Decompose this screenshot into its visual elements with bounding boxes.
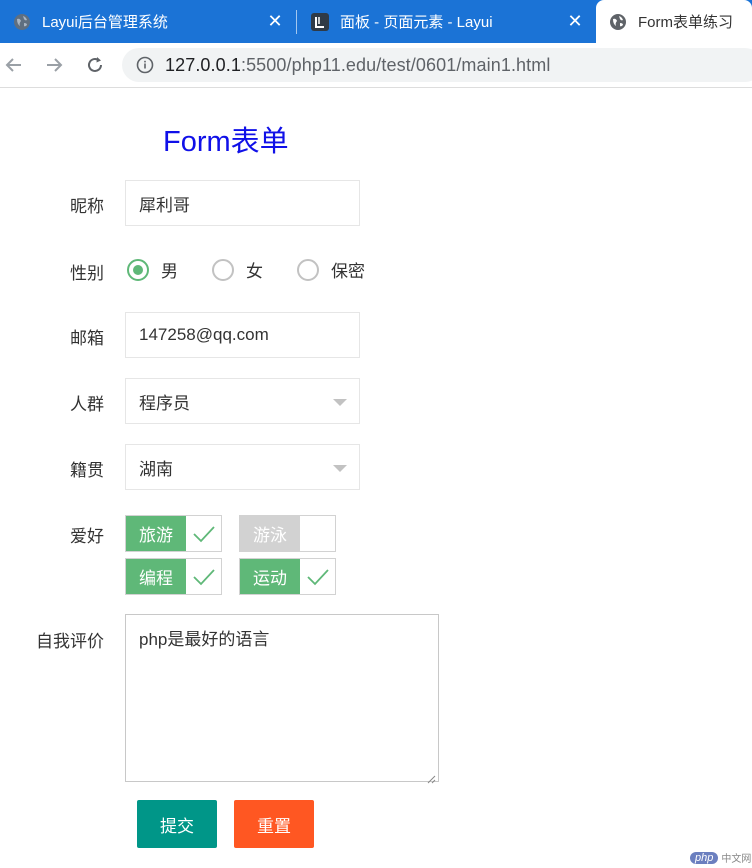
tab-layui-elements[interactable]: 面板 - 页面元素 - Layui ✕	[298, 0, 596, 43]
radio-label: 男	[161, 262, 178, 281]
checkmark-icon	[186, 516, 221, 551]
watermark-text: 中文网	[721, 854, 752, 865]
checkbox-label: 旅游	[126, 516, 186, 551]
self-eval-label: 自我评价	[36, 632, 104, 651]
tab-title: 面板 - 页面元素 - Layui	[340, 14, 493, 31]
checkbox-label: 运动	[240, 559, 300, 594]
hobby-checkbox-swim[interactable]: 游泳	[239, 515, 336, 552]
origin-value: 湖南	[139, 459, 173, 479]
origin-select[interactable]: 湖南	[125, 444, 360, 490]
resize-handle-icon[interactable]	[426, 769, 436, 784]
tab-layui-admin[interactable]: Layui后台管理系统 ✕	[0, 0, 296, 43]
page-title: Form表单	[163, 126, 289, 158]
back-arrow-icon[interactable]	[2, 53, 26, 77]
nickname-value: 犀利哥	[139, 195, 190, 215]
origin-label: 籍贯	[70, 461, 104, 480]
radio-checked-icon	[127, 258, 149, 281]
reset-button[interactable]: 重置	[234, 800, 314, 848]
gender-radio-secret[interactable]: 保密	[297, 257, 365, 282]
self-eval-value: php是最好的语言	[139, 630, 270, 649]
nickname-label: 昵称	[70, 197, 104, 216]
dropdown-arrow-icon	[333, 399, 347, 406]
email-value: 147258@qq.com	[139, 325, 269, 344]
email-input[interactable]: 147258@qq.com	[125, 312, 360, 358]
radio-label: 女	[246, 262, 263, 281]
layui-logo-icon	[311, 12, 329, 31]
crowd-select[interactable]: 程序员	[125, 378, 360, 424]
checkbox-label: 编程	[126, 559, 186, 594]
forward-arrow-icon[interactable]	[42, 53, 66, 77]
close-icon[interactable]: ✕	[266, 11, 284, 31]
globe-icon	[609, 13, 627, 31]
gender-label: 性别	[70, 264, 104, 283]
tab-title: Form表单练习	[638, 14, 733, 31]
gender-radio-female[interactable]: 女	[212, 257, 263, 282]
checkbox-label: 游泳	[240, 516, 300, 551]
browser-tab-bar: Layui后台管理系统 ✕ 面板 - 页面元素 - Layui ✕ Form表单…	[0, 0, 752, 43]
hobby-checkbox-sports[interactable]: 运动	[239, 558, 336, 595]
globe-icon	[13, 13, 31, 31]
hobby-checkbox-programming[interactable]: 编程	[125, 558, 222, 595]
php-cn-watermark: php 中文网	[690, 850, 751, 865]
dropdown-arrow-icon	[333, 465, 347, 472]
checkmark-icon	[300, 559, 335, 594]
checkmark-icon	[186, 559, 221, 594]
watermark-brand: php	[690, 851, 719, 864]
tab-divider	[296, 10, 297, 34]
close-icon[interactable]: ✕	[566, 11, 584, 31]
address-bar[interactable]: 127.0.0.1:5500/php11.edu/test/0601/main1…	[122, 48, 752, 82]
self-eval-textarea[interactable]: php是最好的语言	[125, 614, 439, 784]
info-icon[interactable]	[135, 55, 155, 75]
hobby-checkbox-travel[interactable]: 旅游	[125, 515, 222, 552]
checkbox-empty	[300, 516, 335, 551]
crowd-label: 人群	[70, 395, 104, 414]
radio-label: 保密	[331, 262, 365, 281]
gender-radio-male[interactable]: 男	[127, 257, 178, 282]
email-label: 邮箱	[70, 329, 104, 348]
radio-unchecked-icon	[297, 258, 319, 281]
reload-icon[interactable]	[83, 53, 107, 77]
url-text: 127.0.0.1:5500/php11.edu/test/0601/main1…	[165, 55, 550, 76]
browser-toolbar: 127.0.0.1:5500/php11.edu/test/0601/main1…	[0, 43, 752, 88]
submit-button[interactable]: 提交	[137, 800, 217, 848]
crowd-value: 程序员	[139, 393, 190, 413]
nickname-input[interactable]: 犀利哥	[125, 180, 360, 226]
tab-form-practice[interactable]: Form表单练习	[596, 0, 752, 43]
radio-unchecked-icon	[212, 258, 234, 281]
hobbies-label: 爱好	[70, 527, 104, 546]
tab-title: Layui后台管理系统	[42, 14, 168, 31]
url-path: :5500/php11.edu/test/0601/main1.html	[240, 54, 551, 75]
url-host: 127.0.0.1	[165, 54, 241, 75]
